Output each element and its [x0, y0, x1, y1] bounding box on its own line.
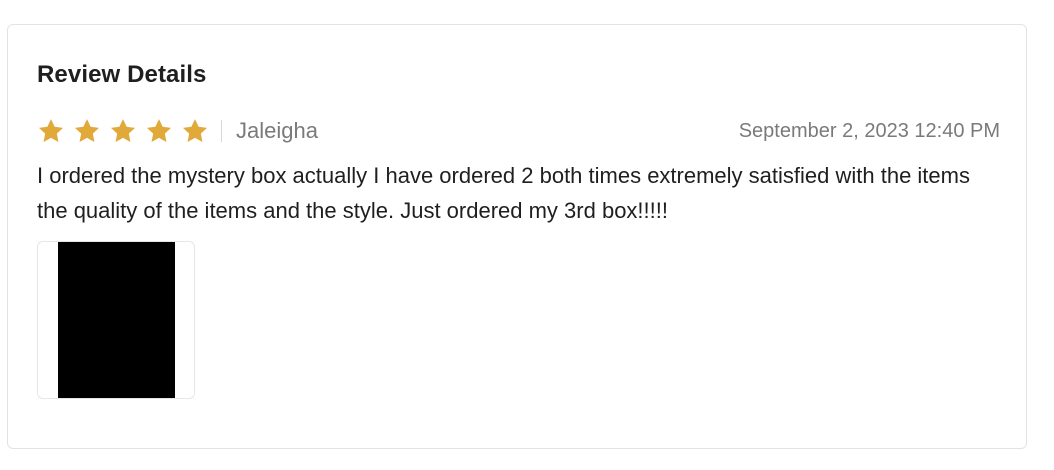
review-date: September 2, 2023 12:40 PM [738, 119, 1000, 142]
star-icon [182, 119, 208, 142]
review-photo-thumbnail[interactable] [37, 241, 195, 399]
review-details-card: Review Details Jaleigha September 2, 202… [7, 24, 1027, 449]
review-photo [58, 242, 175, 398]
review-author: Jaleigha [236, 118, 318, 143]
meta-divider [221, 120, 222, 142]
star-icon [110, 119, 136, 142]
star-icon [74, 119, 100, 142]
review-title: Review Details [37, 61, 207, 88]
star-icon [38, 119, 64, 142]
review-meta: Jaleigha September 2, 2023 12:40 PM [37, 116, 1000, 146]
star-rating [37, 117, 209, 145]
star-icon [146, 119, 172, 142]
review-text: I ordered the mystery box actually I hav… [37, 163, 970, 223]
